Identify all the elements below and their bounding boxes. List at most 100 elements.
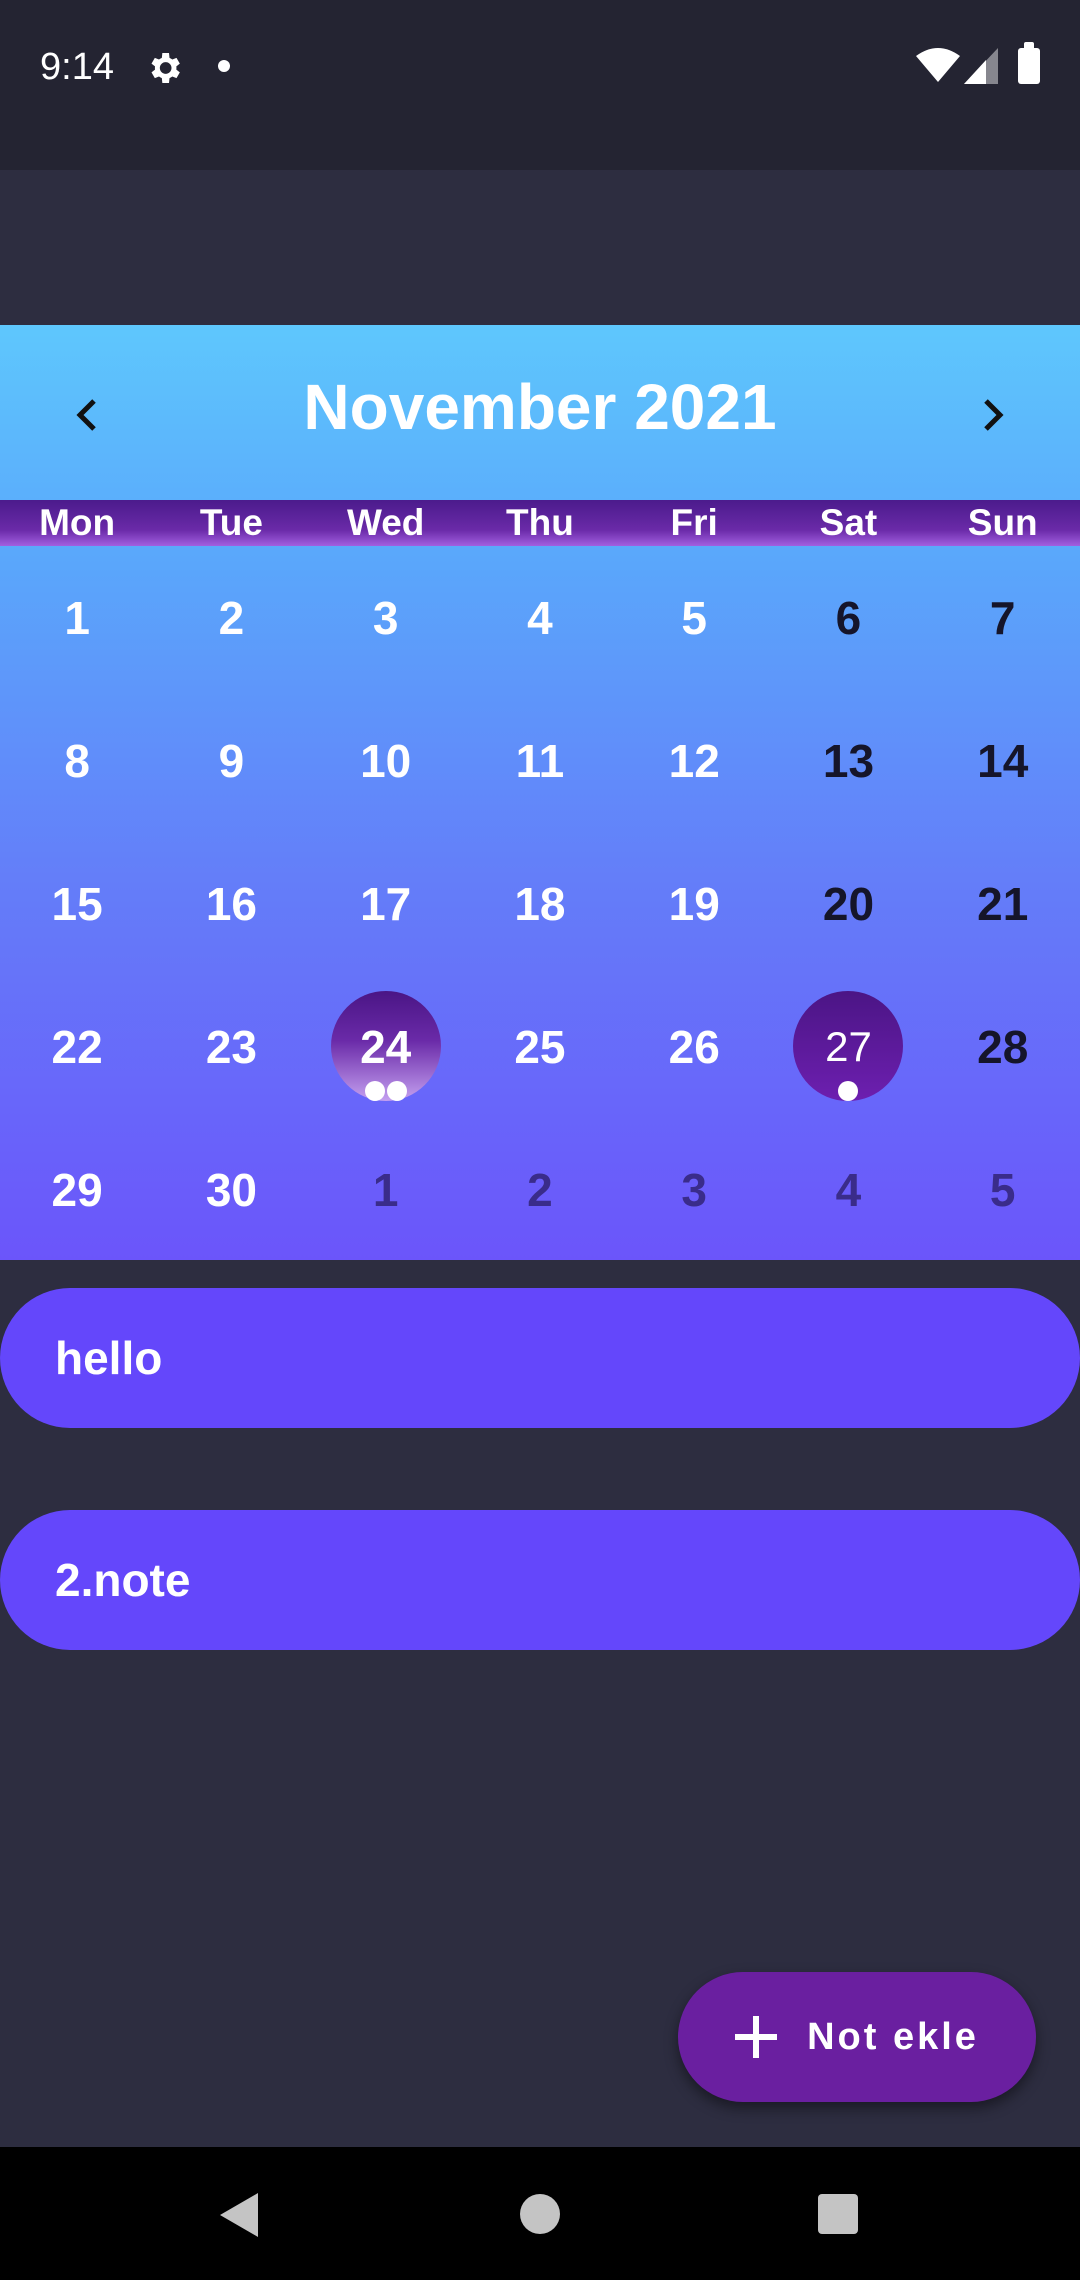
navigation-bar [0,2147,1080,2280]
note-title: hello [55,1332,163,1384]
note-item-2[interactable]: 2.note [0,1510,1080,1650]
calendar-header: November 2021 [0,325,1080,500]
day-number: 12 [668,734,720,787]
status-bar: 9:14 [0,0,1080,170]
day-number: 2 [218,591,245,644]
day-number: 17 [360,877,412,930]
day-number: 29 [51,1163,103,1216]
day-cell-next-month[interactable]: 3 [617,1118,771,1261]
day-number: 1 [372,1163,399,1216]
day-cell[interactable]: 9 [154,689,308,832]
next-month-button[interactable] [958,380,1028,450]
day-cell[interactable]: 22 [0,975,154,1118]
day-number: 16 [205,877,257,930]
month-title[interactable]: November 2021 [0,370,1080,444]
day-number: 6 [835,591,862,644]
day-cell[interactable]: 4 [463,546,617,689]
note-title: 2.note [55,1554,191,1606]
day-number: 8 [64,734,90,787]
calendar: November 2021 Mon Tue Wed Thu Fri Sat Su… [0,325,1080,1260]
weekday-tue: Tue [199,502,263,543]
day-number: 4 [835,1163,862,1216]
day-cell[interactable]: 2 [154,546,308,689]
day-number: 19 [668,877,720,930]
day-number: 23 [205,1020,257,1073]
day-number: 18 [514,877,566,930]
day-number: 24 [360,1020,412,1073]
day-cell[interactable]: 10 [309,689,463,832]
add-note-label: Not ekle [807,2015,979,2058]
day-number: 2 [527,1163,553,1216]
home-icon[interactable] [520,2194,560,2234]
day-cell-today[interactable]: 24 [309,975,463,1118]
day-cell[interactable]: 6 [771,546,925,689]
day-cell[interactable]: 7 [926,546,1080,689]
event-markers [309,1081,463,1101]
day-cell-next-month[interactable]: 2 [463,1118,617,1261]
day-number: 3 [681,1163,707,1216]
day-number: 1 [64,591,90,644]
plus-icon [735,2016,778,2058]
day-cell[interactable]: 20 [771,832,925,975]
day-cell[interactable]: 23 [154,975,308,1118]
event-markers [771,1081,925,1101]
notification-dot-icon [218,60,230,72]
weekday-sat: Sat [819,502,878,543]
day-number: 9 [218,734,245,787]
day-grid: 1 2 3 4 5 6 7 8 9 10 11 12 13 14 15 16 1… [0,546,1080,1261]
day-cell[interactable]: 26 [617,975,771,1118]
day-number: 7 [989,591,1016,644]
day-cell-next-month[interactable]: 1 [309,1118,463,1261]
day-number: 22 [51,1020,103,1073]
wifi-icon [916,48,960,82]
day-cell[interactable]: 11 [463,689,617,832]
day-number: 20 [822,877,875,930]
week-row: 15 16 17 18 19 20 21 [0,832,1080,975]
week-row: 29 30 1 2 3 4 5 [0,1118,1080,1261]
day-number: 5 [989,1163,1016,1216]
weekday-fri: Fri [670,502,718,543]
app-bar [0,170,1080,325]
day-number: 11 [515,734,565,787]
add-note-button[interactable]: Not ekle [678,1972,1036,2102]
day-number: 5 [681,591,707,644]
day-cell[interactable]: 25 [463,975,617,1118]
signal-icon [964,48,998,84]
recents-icon[interactable] [818,2194,858,2234]
day-cell[interactable]: 1 [0,546,154,689]
back-icon[interactable] [218,2191,262,2239]
day-cell-selected[interactable]: 27 [771,975,925,1118]
day-cell[interactable]: 17 [309,832,463,975]
week-row: 22 23 24 25 26 27 28 [0,975,1080,1118]
day-number: 3 [372,591,399,644]
day-number: 4 [527,591,553,644]
gear-icon [151,53,180,83]
day-cell[interactable]: 19 [617,832,771,975]
event-dot-icon [386,1081,407,1101]
day-cell[interactable]: 15 [0,832,154,975]
day-cell[interactable]: 12 [617,689,771,832]
day-cell[interactable]: 3 [309,546,463,689]
day-number: 13 [822,734,875,787]
day-cell-next-month[interactable]: 5 [926,1118,1080,1261]
weekday-wed: Wed [346,502,425,543]
day-cell[interactable]: 16 [154,832,308,975]
day-cell[interactable]: 13 [771,689,925,832]
day-number: 30 [205,1163,257,1216]
note-item-hello[interactable]: hello [0,1288,1080,1428]
day-cell[interactable]: 8 [0,689,154,832]
day-cell[interactable]: 29 [0,1118,154,1261]
day-cell[interactable]: 18 [463,832,617,975]
day-cell[interactable]: 30 [154,1118,308,1261]
chevron-right-icon [984,399,1004,431]
day-cell-next-month[interactable]: 4 [771,1118,925,1261]
weekday-header: Mon Tue Wed Thu Fri Sat Sun [0,500,1080,546]
day-cell[interactable]: 5 [617,546,771,689]
weekday-mon: Mon [39,502,116,543]
day-cell[interactable]: 21 [926,832,1080,975]
battery-icon [1018,42,1040,84]
day-cell[interactable]: 28 [926,975,1080,1118]
day-number: 15 [51,877,103,930]
weekday-sun: Sun [967,502,1038,543]
day-cell[interactable]: 14 [926,689,1080,832]
